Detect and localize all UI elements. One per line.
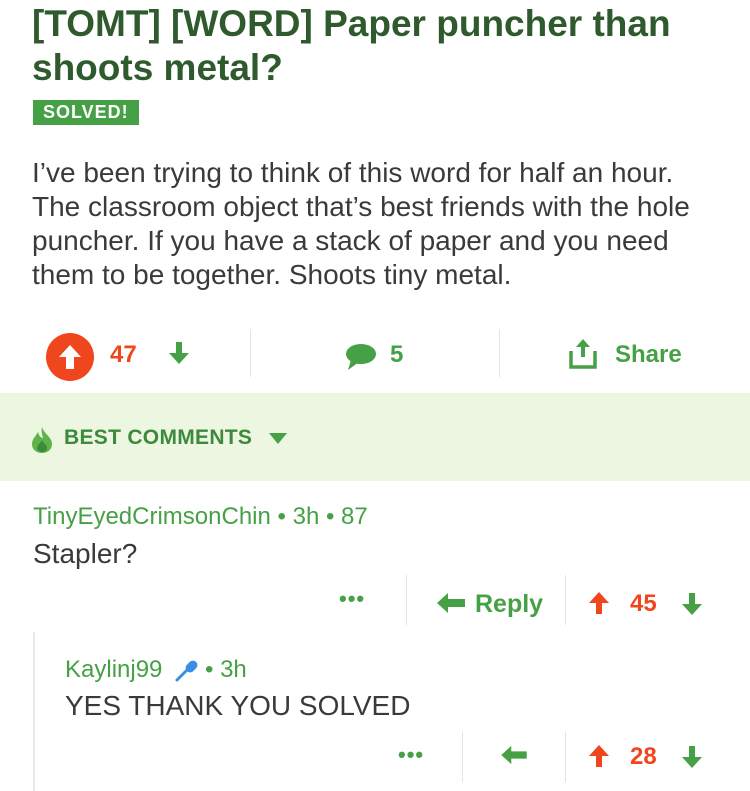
share-button[interactable]: Share (615, 341, 682, 369)
downvote-icon[interactable] (681, 592, 703, 616)
post-score: 47 (110, 341, 137, 368)
divider (565, 575, 566, 625)
reply-button[interactable]: Reply (475, 590, 543, 619)
more-options-button[interactable]: ••• (339, 586, 365, 612)
post-body: I’ve been trying to think of this word f… (32, 157, 690, 290)
comment-score: 45 (630, 590, 657, 617)
downvote-icon[interactable] (168, 341, 190, 365)
downvote-icon[interactable] (681, 745, 703, 769)
comment-author[interactable]: Kaylinj99 (65, 656, 162, 684)
caret-down-icon[interactable] (269, 433, 287, 444)
divider (499, 329, 500, 377)
comment-count[interactable]: 5 (390, 341, 403, 369)
post-title: [TOMT] [WORD] Paper puncher than shoots … (32, 3, 671, 88)
comment-score: 28 (630, 743, 657, 770)
sort-label[interactable]: BEST COMMENTS (64, 426, 252, 450)
reply-icon[interactable] (436, 592, 466, 614)
share-icon[interactable] (568, 337, 598, 369)
post-action-bar: 47 5 Share (0, 325, 750, 385)
best-comments-bar[interactable]: BEST COMMENTS (0, 393, 750, 481)
divider (462, 732, 463, 782)
reply-icon[interactable] (500, 745, 528, 765)
comment-icon[interactable] (345, 343, 377, 371)
divider (406, 575, 407, 625)
comment-meta[interactable]: TinyEyedCrimsonChin • 3h • 87 (33, 503, 368, 531)
divider (565, 732, 566, 782)
comment-time: • 3h (205, 656, 247, 683)
upvote-icon[interactable] (588, 744, 610, 768)
flame-icon (32, 427, 52, 453)
thread-line (33, 632, 35, 791)
comment-text: YES THANK YOU SOLVED (65, 690, 411, 721)
upvote-icon (59, 345, 81, 369)
microphone-icon (175, 660, 198, 682)
solved-badge: SOLVED! (33, 100, 139, 125)
comment-text: Stapler? (33, 538, 138, 569)
upvote-button[interactable] (46, 333, 94, 381)
more-options-button[interactable]: ••• (398, 742, 424, 768)
divider (250, 329, 251, 377)
upvote-icon[interactable] (588, 591, 610, 615)
